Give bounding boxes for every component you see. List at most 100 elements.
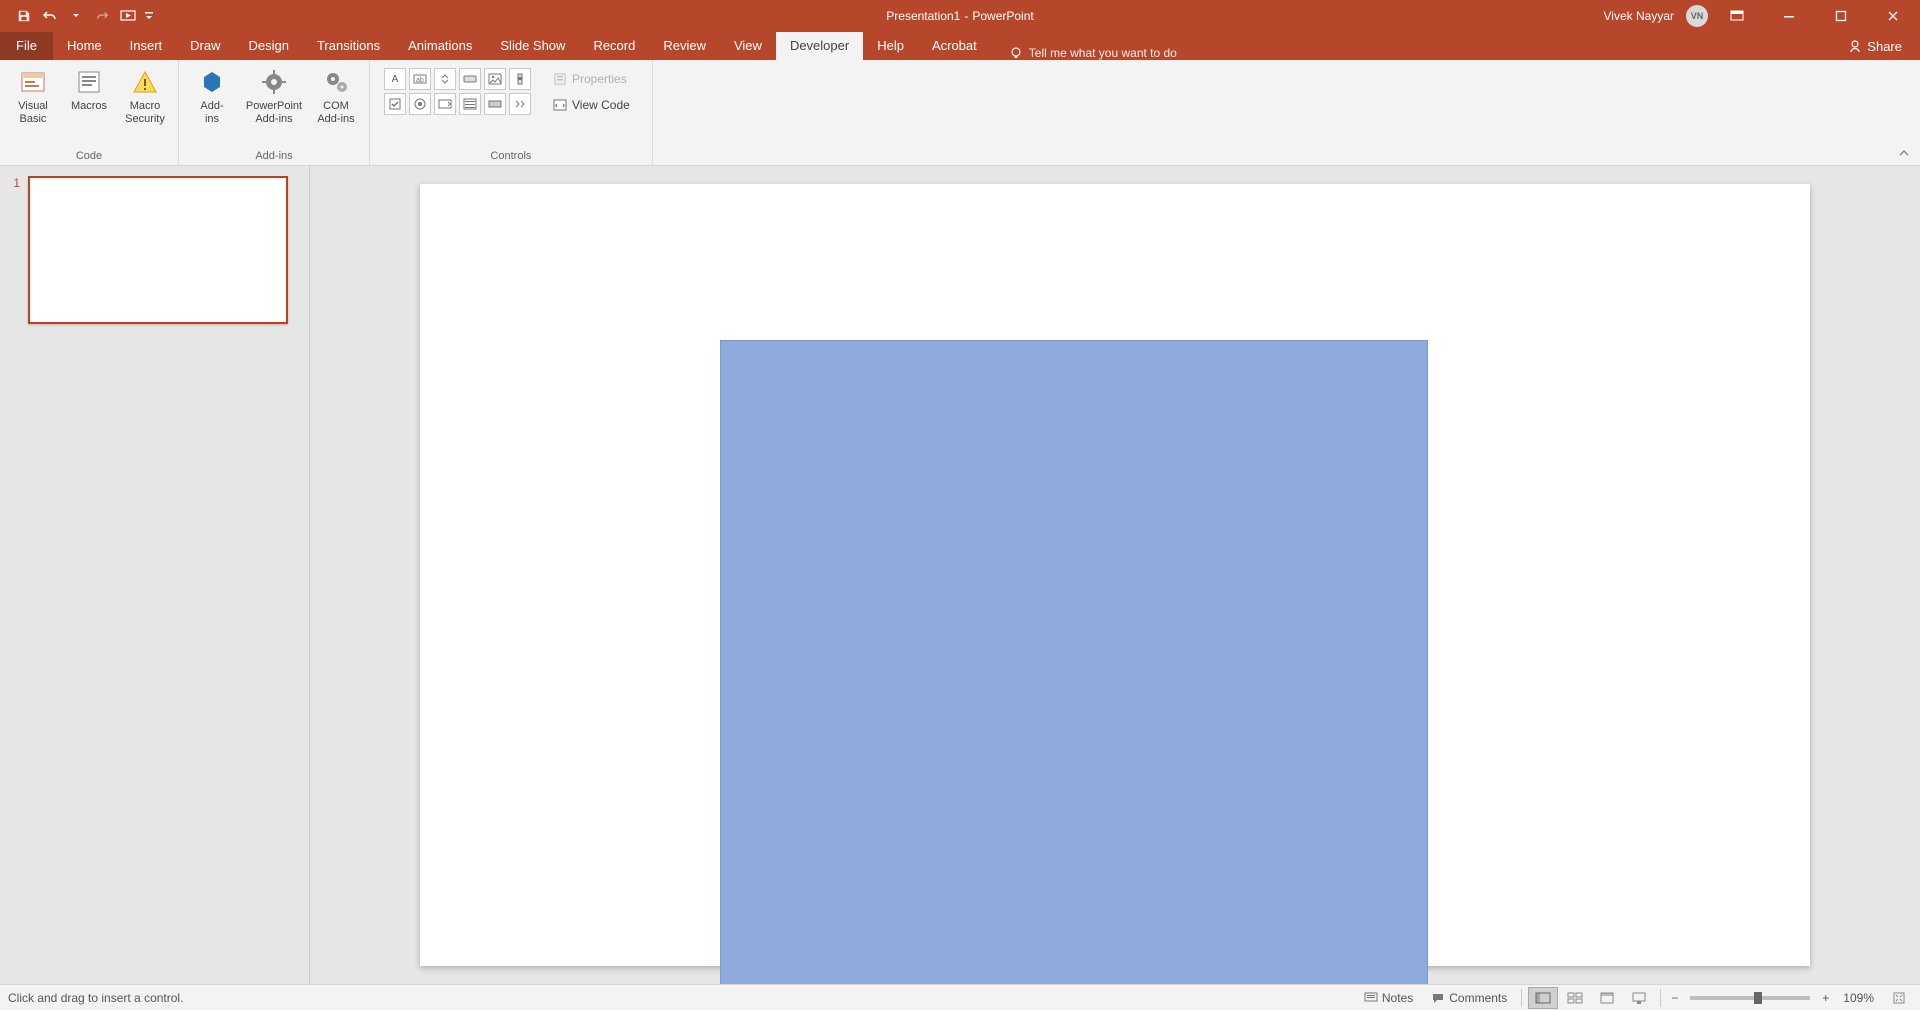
slideshow-icon[interactable] <box>116 4 140 28</box>
tab-view[interactable]: View <box>720 32 776 60</box>
tab-draw[interactable]: Draw <box>176 32 234 60</box>
spin-control-icon[interactable] <box>434 68 456 90</box>
svg-text:ab: ab <box>416 77 424 84</box>
group-code: Visual Basic Macros Macro Security Code <box>0 60 179 165</box>
checkbox-control-icon[interactable] <box>384 93 406 115</box>
save-icon[interactable] <box>12 4 36 28</box>
zoom-slider[interactable] <box>1690 996 1810 1000</box>
gear-small-icon <box>320 66 352 98</box>
share-button[interactable]: Share <box>1830 32 1920 60</box>
zoom-in-button[interactable]: + <box>1818 985 1833 1011</box>
undo-icon[interactable] <box>38 4 62 28</box>
macros-button[interactable]: Macros <box>62 62 116 113</box>
properties-label: Properties <box>572 72 627 86</box>
tab-acrobat[interactable]: Acrobat <box>918 32 991 60</box>
com-addins-button[interactable]: COM Add-ins <box>309 62 363 126</box>
title-sep: - <box>964 9 968 23</box>
ribbon-tabs: File Home Insert Draw Design Transitions… <box>0 32 1920 60</box>
properties-icon <box>553 72 567 86</box>
group-controls: A ab Properties Vie <box>370 60 653 165</box>
listbox-control-icon[interactable] <box>459 93 481 115</box>
share-icon <box>1848 39 1862 53</box>
tab-file[interactable]: File <box>0 32 53 60</box>
undo-more-icon[interactable] <box>64 4 88 28</box>
title-bar: Presentation1 - PowerPoint Vivek Nayyar … <box>0 0 1920 32</box>
label-control-icon[interactable]: A <box>384 68 406 90</box>
share-label: Share <box>1867 39 1902 54</box>
tab-help[interactable]: Help <box>863 32 918 60</box>
notes-icon <box>1364 992 1378 1004</box>
collapse-ribbon-icon[interactable] <box>1894 145 1914 161</box>
macros-label: Macros <box>71 100 107 113</box>
group-addins-label: Add-ins <box>255 148 292 165</box>
scrollbar-control-icon[interactable] <box>509 68 531 90</box>
textbox-control-icon[interactable]: ab <box>409 68 431 90</box>
visual-basic-button[interactable]: Visual Basic <box>6 62 60 126</box>
addins-button[interactable]: Add- ins <box>185 62 239 126</box>
properties-button[interactable]: Properties <box>547 68 636 90</box>
slideshow-view-icon[interactable] <box>1624 987 1654 1009</box>
slide-thumbnails-pane[interactable]: 1 <box>0 166 310 984</box>
addins-label: Add- ins <box>200 100 223 126</box>
notes-button[interactable]: Notes <box>1356 985 1421 1011</box>
document-title: Presentation1 - PowerPoint <box>886 9 1033 23</box>
minimize-icon[interactable] <box>1766 0 1812 32</box>
slide-sorter-view-icon[interactable] <box>1560 987 1590 1009</box>
tab-transitions[interactable]: Transitions <box>303 32 394 60</box>
tab-animations[interactable]: Animations <box>394 32 486 60</box>
ribbon-display-icon[interactable] <box>1714 0 1760 32</box>
tell-me-search[interactable]: Tell me what you want to do <box>1009 46 1177 60</box>
tab-home[interactable]: Home <box>53 32 116 60</box>
tab-design[interactable]: Design <box>235 32 303 60</box>
normal-view-icon[interactable] <box>1528 987 1558 1009</box>
reading-view-icon[interactable] <box>1592 987 1622 1009</box>
toggle-control-icon[interactable] <box>484 93 506 115</box>
notes-label: Notes <box>1382 991 1413 1005</box>
slide-1[interactable] <box>420 184 1810 966</box>
avatar[interactable]: VN <box>1686 5 1708 27</box>
option-control-icon[interactable] <box>409 93 431 115</box>
group-addins: Add- ins PowerPoint Add-ins COM Add-ins … <box>179 60 370 165</box>
comments-label: Comments <box>1449 991 1507 1005</box>
group-code-label: Code <box>76 148 102 165</box>
comments-button[interactable]: Comments <box>1423 985 1515 1011</box>
thumbnail-number: 1 <box>8 176 20 324</box>
controls-actions: Properties View Code <box>541 62 646 116</box>
image-control-icon[interactable] <box>484 68 506 90</box>
user-name: Vivek Nayyar <box>1604 9 1674 23</box>
commandbutton-control-icon[interactable] <box>459 68 481 90</box>
macro-security-label: Macro Security <box>125 100 165 126</box>
zoom-thumb[interactable] <box>1754 992 1762 1004</box>
tab-slideshow[interactable]: Slide Show <box>486 32 579 60</box>
slide-canvas-area[interactable] <box>310 166 1920 984</box>
com-addins-label: COM Add-ins <box>317 100 354 126</box>
powerpoint-addins-button[interactable]: PowerPoint Add-ins <box>241 62 307 126</box>
tab-review[interactable]: Review <box>649 32 720 60</box>
doc-name: Presentation1 <box>886 9 960 23</box>
maximize-icon[interactable] <box>1818 0 1864 32</box>
zoom-out-button[interactable]: − <box>1667 985 1682 1011</box>
macros-icon <box>73 66 105 98</box>
divider <box>1660 989 1661 1007</box>
tab-insert[interactable]: Insert <box>116 32 177 60</box>
combobox-control-icon[interactable] <box>434 93 456 115</box>
zoom-level[interactable]: 109% <box>1835 985 1882 1011</box>
qat-customize-icon[interactable] <box>142 4 156 28</box>
ribbon: Visual Basic Macros Macro Security Code … <box>0 60 1920 166</box>
macro-security-button[interactable]: Macro Security <box>118 62 172 126</box>
close-icon[interactable] <box>1870 0 1916 32</box>
group-controls-label: Controls <box>490 148 531 165</box>
tab-record[interactable]: Record <box>579 32 649 60</box>
view-code-button[interactable]: View Code <box>547 94 636 116</box>
visual-basic-label: Visual Basic <box>18 100 48 126</box>
redo-icon[interactable] <box>90 4 114 28</box>
divider <box>1521 989 1522 1007</box>
warning-icon <box>129 66 161 98</box>
controls-palette: A ab <box>376 62 539 115</box>
fit-to-window-icon[interactable] <box>1884 987 1914 1009</box>
more-controls-icon[interactable] <box>509 93 531 115</box>
activex-control-placeholder[interactable] <box>720 340 1428 984</box>
thumbnail-slide-1[interactable]: 1 <box>8 176 301 324</box>
tab-developer[interactable]: Developer <box>776 32 863 60</box>
thumbnail-preview[interactable] <box>28 176 288 324</box>
